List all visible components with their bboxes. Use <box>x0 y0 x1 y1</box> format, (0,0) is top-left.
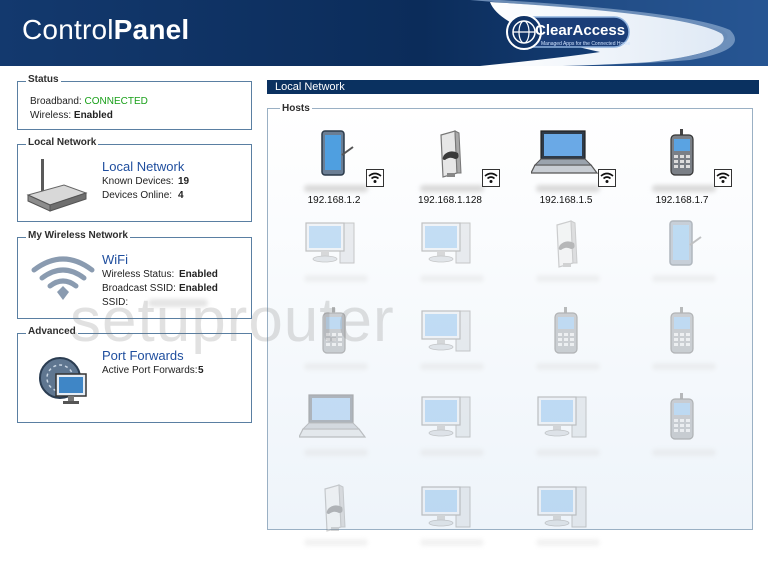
host-name-redacted <box>536 363 600 370</box>
watermark: setuprouter <box>70 286 395 355</box>
host-name-redacted <box>536 185 600 192</box>
host-laptop[interactable] <box>276 391 392 489</box>
host-name-redacted <box>304 363 368 370</box>
wireless-status-label: Wireless Status: <box>102 269 175 280</box>
broadband-status: Broadband: CONNECTED <box>30 96 148 107</box>
wifi-link[interactable]: WiFi <box>102 252 128 267</box>
tablet-icon <box>669 220 702 266</box>
phone-icon <box>554 307 578 354</box>
host-name-redacted <box>420 275 484 282</box>
host-desktop[interactable] <box>508 481 624 579</box>
host-name-redacted <box>536 449 600 456</box>
status-box: Status Broadband: CONNECTED Wireless: En… <box>17 74 252 130</box>
host-name-redacted <box>420 363 484 370</box>
laptop-icon <box>531 130 599 174</box>
host-desktop[interactable] <box>392 305 508 403</box>
phone-icon <box>670 307 694 354</box>
host-laptop[interactable]: 192.168.1.5 <box>508 127 624 225</box>
logo-name: ClearAccess <box>535 22 626 39</box>
control-panel-title: ControlPanel <box>22 14 190 45</box>
header: ControlPanel ClearAccess Managed Apps fo… <box>0 0 768 66</box>
wifi-connection-icon <box>482 169 500 187</box>
host-name-redacted <box>536 539 600 546</box>
phone-icon <box>670 129 694 176</box>
desktop-icon <box>537 396 587 438</box>
devices-online-label: Devices Online: <box>102 190 173 201</box>
desktop-icon <box>305 222 355 264</box>
host-ip: 192.168.1.2 <box>307 195 361 206</box>
desktop-icon <box>421 222 471 264</box>
host-phone[interactable] <box>508 305 624 403</box>
host-ip: 192.168.1.5 <box>539 195 593 206</box>
game-console-icon <box>324 484 346 532</box>
local-network-link[interactable]: Local Network <box>102 159 184 174</box>
phone-icon <box>670 393 694 440</box>
host-game-console[interactable]: 192.168.1.128 <box>392 127 508 225</box>
active-port-forwards-label: Active Port Forwards: <box>102 365 198 376</box>
host-name-redacted <box>652 363 716 370</box>
host-tablet[interactable] <box>624 217 740 315</box>
host-name-redacted <box>420 449 484 456</box>
wireless-status: Wireless: Enabled <box>30 110 113 121</box>
game-console-icon <box>440 130 462 178</box>
host-tablet[interactable]: 192.168.1.2 <box>276 127 392 225</box>
host-ip: 192.168.1.7 <box>655 195 709 206</box>
wireless-value: Enabled <box>73 110 113 121</box>
tablet-icon <box>321 130 354 176</box>
host-name-redacted <box>304 539 368 546</box>
wireless-status-value: Enabled <box>179 269 218 280</box>
host-desktop[interactable] <box>392 391 508 489</box>
router-icon <box>26 159 88 212</box>
host-name-redacted <box>304 185 368 192</box>
active-port-forwards-value: 5 <box>198 365 204 376</box>
host-name-redacted <box>304 275 368 282</box>
host-desktop[interactable] <box>392 217 508 315</box>
known-devices-value: 19 <box>178 176 190 187</box>
host-desktop[interactable] <box>508 391 624 489</box>
hosts-title: Hosts <box>280 103 312 114</box>
wireless-box-title: My Wireless Network <box>26 230 130 241</box>
known-devices-label: Known Devices: <box>102 176 174 187</box>
broadband-value: CONNECTED <box>84 96 148 107</box>
wifi-connection-icon <box>598 169 616 187</box>
host-phone[interactable] <box>624 391 740 489</box>
wifi-connection-icon <box>366 169 384 187</box>
host-name-redacted <box>304 449 368 456</box>
status-title: Status <box>26 74 61 85</box>
host-game-console[interactable] <box>276 481 392 579</box>
host-name-redacted <box>420 185 484 192</box>
host-game-console[interactable] <box>508 217 624 315</box>
desktop-icon <box>421 396 471 438</box>
desktop-icon <box>421 486 471 528</box>
local-network-panel-header: Local Network <box>267 80 759 94</box>
host-phone[interactable] <box>624 305 740 403</box>
host-name-redacted <box>536 275 600 282</box>
laptop-icon <box>299 394 367 438</box>
devices-online-value: 4 <box>178 190 184 201</box>
host-name-redacted <box>420 539 484 546</box>
local-network-box-title: Local Network <box>26 137 99 148</box>
game-console-icon <box>556 220 578 268</box>
host-phone[interactable]: 192.168.1.7 <box>624 127 740 225</box>
logo-tagline: Managed Apps for the Connected Home <box>541 41 631 47</box>
host-ip: 192.168.1.128 <box>418 195 482 206</box>
wifi-connection-icon <box>714 169 732 187</box>
host-desktop[interactable] <box>392 481 508 579</box>
host-name-redacted <box>652 185 716 192</box>
host-name-redacted <box>652 449 716 456</box>
port-forward-icon <box>39 357 87 404</box>
local-network-box: Local Network Local Network Known Device… <box>17 137 252 222</box>
desktop-icon <box>421 310 471 352</box>
desktop-icon <box>537 486 587 528</box>
host-name-redacted <box>652 275 716 282</box>
